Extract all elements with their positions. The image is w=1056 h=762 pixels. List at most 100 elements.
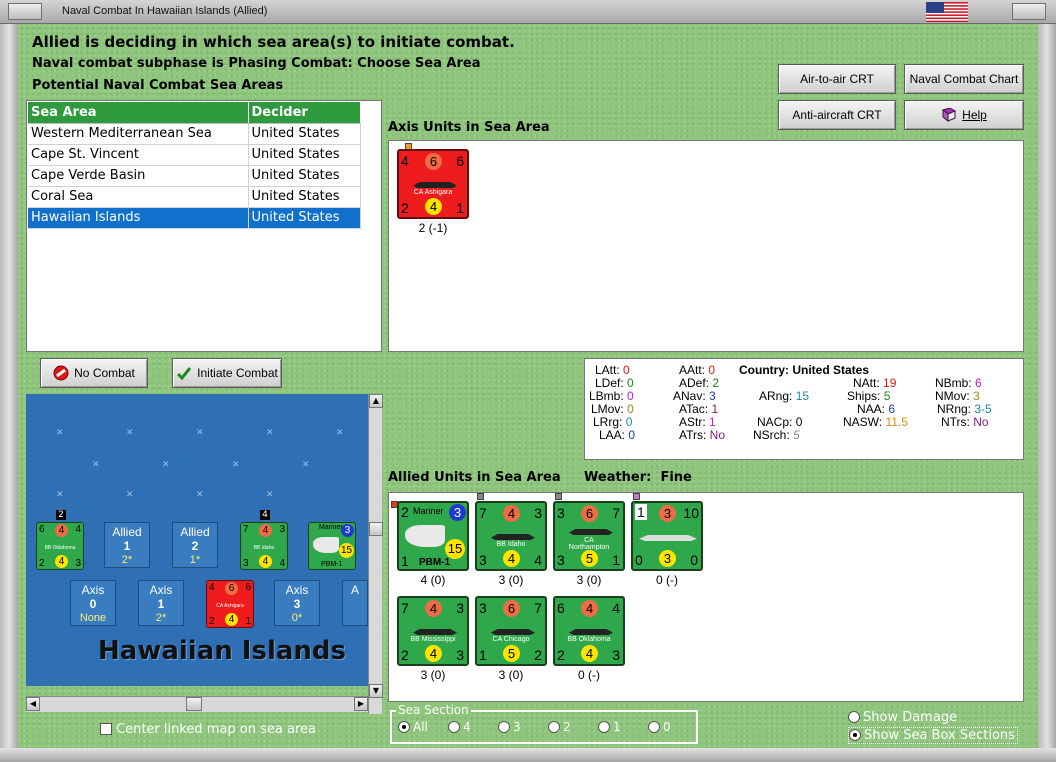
radio-button[interactable]: [398, 721, 410, 733]
radio-button[interactable]: [548, 721, 560, 733]
radio-button[interactable]: [849, 729, 861, 741]
allied-units-panel: 2 Mariner 3 15 1 PBM-1 4 (0) 7 4 3 BB Id…: [388, 492, 1024, 702]
sea-box-axis-partial[interactable]: A: [342, 580, 368, 626]
radio-2[interactable]: 2: [548, 720, 571, 734]
table-row[interactable]: Cape St. Vincent United States: [28, 144, 361, 166]
center-map-checkbox[interactable]: Center linked map on sea area: [100, 722, 316, 737]
table-row[interactable]: Cape Verde Basin United States: [28, 165, 361, 187]
sea-area-list[interactable]: Sea Area Decider Western Mediterranean S…: [26, 100, 382, 352]
unit-marker: [633, 493, 640, 500]
radio-button[interactable]: [648, 721, 660, 733]
sea-box-axis-1[interactable]: Axis 1 2*: [138, 580, 184, 626]
unit-counter-bb-mississippi[interactable]: 7 4 3 BB Mississippi 2 4 3: [397, 596, 469, 666]
checkmark-icon: [177, 367, 192, 381]
attack-value: 6: [425, 153, 442, 170]
radio-4[interactable]: 4: [448, 720, 471, 734]
axis-units-panel: 4 6 6 CA Ashigara 2 4 1 2 (-1): [388, 140, 1024, 352]
counter-value: 1: [612, 552, 620, 568]
radio-button[interactable]: [848, 711, 860, 723]
counter-value: 3: [479, 552, 487, 568]
initiate-combat-button[interactable]: Initiate Combat: [172, 358, 282, 388]
wave-icon: ✕: [162, 460, 170, 470]
counter-value: 2: [401, 200, 409, 216]
radio-button[interactable]: [448, 721, 460, 733]
display-options: Show Damage Show Sea Box Sections: [846, 710, 1024, 744]
flying-boat-icon: [313, 537, 339, 553]
defense-value: 5: [503, 645, 520, 662]
map-counter-pbm-1[interactable]: Mariner 3 15 PBM-1: [308, 522, 356, 570]
unit-marker: [477, 493, 484, 500]
dialog-content: Allied is deciding in which sea area(s) …: [18, 24, 1038, 748]
button-label: Anti-aircraft CRT: [792, 108, 882, 122]
title-bar[interactable]: Naval Combat In Hawaiian Islands (Allied…: [0, 0, 1056, 24]
defense-value: 15: [445, 539, 465, 559]
unit-counter-ca-chicago[interactable]: 3 6 7 CA Chicago 1 5 2: [475, 596, 547, 666]
map-horizontal-scrollbar[interactable]: ◀ ▶: [26, 696, 368, 712]
map-counter-bb-idaho[interactable]: 7 4 3 BB Idaho 3 4 4: [240, 522, 288, 570]
column-header-decider[interactable]: Decider: [248, 102, 361, 124]
scroll-right-arrow-icon[interactable]: ▶: [354, 697, 368, 711]
scroll-up-arrow-icon[interactable]: ▲: [369, 394, 383, 408]
map-counter-bb-oklahoma[interactable]: 6 4 4 BB Oklahoma 2 4 3: [36, 522, 84, 570]
table-row[interactable]: Western Mediterranean Sea United States: [28, 123, 361, 145]
no-entry-icon: [53, 365, 69, 381]
radio-1[interactable]: 1: [598, 720, 621, 734]
naval-combat-chart-button[interactable]: Naval Combat Chart: [904, 64, 1024, 94]
stat-anav: ANav: 3: [673, 389, 716, 403]
unit-name: CA Ashigara: [413, 189, 453, 196]
no-combat-button[interactable]: No Combat: [40, 358, 148, 388]
sea-box-axis-0[interactable]: Axis 0 None: [70, 580, 116, 626]
sea-box-allied-1[interactable]: Allied 1 2*: [104, 522, 150, 568]
ship-silhouette-icon: [491, 534, 535, 540]
attack-value: 3: [449, 504, 466, 521]
sea-area-map[interactable]: ✕ ✕ ✕ ✕ ✕ ✕ ✕ ✕ ✕ ✕ ✕ ✕ ✕ 2 6 4 4 BB Okl…: [26, 394, 368, 686]
unit-caption: 3 (0): [576, 573, 602, 587]
anti-aircraft-crt-button[interactable]: Anti-aircraft CRT: [778, 100, 896, 130]
sea-box-allied-2[interactable]: Allied 2 1*: [172, 522, 218, 568]
unit-counter-transport[interactable]: 1 3 10 0 3 0: [631, 501, 703, 571]
window-frame-right: [1038, 24, 1056, 762]
radio-button[interactable]: [498, 721, 510, 733]
unit-counter-pbm-1[interactable]: 2 Mariner 3 15 1 PBM-1: [397, 501, 469, 571]
radio-button[interactable]: [598, 721, 610, 733]
attack-value: 4: [503, 505, 520, 522]
unit-counter-ca-northampton[interactable]: 3 6 7 CA Northampton 3 5 1: [553, 501, 625, 571]
radio-all[interactable]: All: [398, 720, 428, 734]
unit-counter-bb-oklahoma[interactable]: 6 4 4 BB Oklahoma 2 4 3: [553, 596, 625, 666]
unit-marker: [555, 493, 562, 500]
air-to-air-crt-button[interactable]: Air-to-air CRT: [778, 64, 896, 94]
button-label: Help: [962, 108, 987, 122]
scroll-thumb[interactable]: [369, 522, 383, 536]
counter-value: 0: [690, 552, 698, 568]
sea-area-cell: Cape Verde Basin: [28, 165, 249, 187]
ship-silhouette-icon: [569, 629, 613, 635]
unit-counter-bb-idaho[interactable]: 7 4 3 BB Idaho 3 4 4: [475, 501, 547, 571]
system-menu-button[interactable]: [8, 3, 42, 20]
show-sea-box-sections-option[interactable]: Show Sea Box Sections: [848, 727, 1018, 744]
counter-value: 4: [401, 153, 409, 169]
scroll-left-arrow-icon[interactable]: ◀: [26, 697, 40, 711]
radio-0[interactable]: 0: [648, 720, 671, 734]
ship-silhouette-icon: [491, 629, 535, 635]
unit-caption: 3 (0): [420, 668, 446, 682]
stat-lbmb: LBmb: 0: [589, 389, 634, 403]
checkbox-box[interactable]: [100, 723, 112, 735]
counter-value: 3: [612, 647, 620, 663]
column-header-sea-area[interactable]: Sea Area: [28, 102, 249, 124]
scroll-thumb[interactable]: [186, 697, 202, 711]
wave-icon: ✕: [266, 428, 274, 438]
show-damage-option[interactable]: Show Damage: [848, 710, 957, 725]
map-vertical-scrollbar[interactable]: ▲ ▼: [368, 394, 383, 714]
counter-value: 7: [534, 600, 542, 616]
scroll-down-arrow-icon[interactable]: ▼: [369, 684, 383, 698]
table-row[interactable]: Coral Sea United States: [28, 186, 361, 208]
map-counter-ca-ashigara[interactable]: 4 6 6 CA Ashigara 2 4 1: [206, 580, 254, 628]
table-row-selected[interactable]: Hawaiian Islands United States: [28, 207, 361, 229]
radio-3[interactable]: 3: [498, 720, 521, 734]
close-button[interactable]: [1012, 3, 1046, 20]
unit-counter-ca-ashigara[interactable]: 4 6 6 CA Ashigara 2 4 1: [397, 149, 469, 219]
sea-box-axis-3[interactable]: Axis 3 0*: [274, 580, 320, 626]
stat-nasw: NASW: 11.5: [843, 415, 908, 429]
help-button[interactable]: Help: [904, 100, 1024, 130]
stat-latt: LAtt: 0: [595, 363, 630, 377]
